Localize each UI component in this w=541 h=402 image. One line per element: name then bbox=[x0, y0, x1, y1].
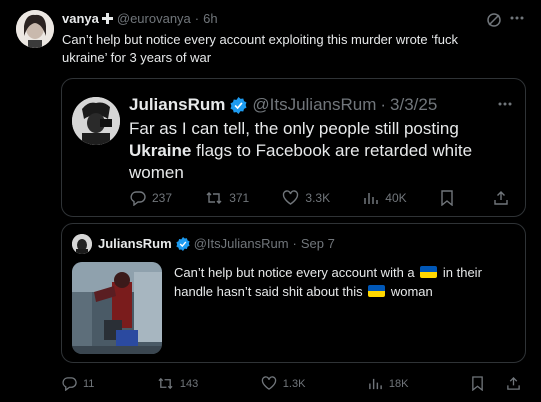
quote2-avatar-image bbox=[72, 234, 92, 254]
heart-icon bbox=[283, 190, 299, 205]
outer-actions: 11 143 1.3K 18K bbox=[62, 376, 527, 391]
quote1-separator: · bbox=[380, 95, 387, 114]
quote1-avatar-image bbox=[72, 97, 120, 145]
like-count: 1.3K bbox=[282, 377, 306, 390]
quote2-date[interactable]: Sep 7 bbox=[301, 236, 335, 251]
quote2-separator: · bbox=[292, 236, 297, 251]
quote1-repost-count: 371 bbox=[229, 191, 250, 205]
outer-separator: · bbox=[194, 11, 200, 26]
quote1-reply-button[interactable]: 237 bbox=[130, 190, 172, 206]
outer-repost-icon bbox=[158, 377, 173, 390]
outer-timestamp[interactable]: 6h bbox=[203, 11, 217, 26]
outer-bookmark-icon bbox=[472, 376, 483, 391]
quote1-more-icon[interactable] bbox=[498, 102, 512, 106]
quote2-verified-badge-icon bbox=[176, 236, 190, 251]
outer-share-icon bbox=[507, 376, 520, 390]
quote1-date[interactable]: 3/3/25 bbox=[390, 95, 437, 115]
more-options-icon[interactable] bbox=[510, 16, 524, 20]
quote2-handle[interactable]: @ItsJuliansRum bbox=[194, 236, 289, 251]
outer-author-name[interactable]: vanya bbox=[62, 11, 99, 26]
view-count: 18K bbox=[388, 377, 409, 390]
outer-reply-icon bbox=[62, 377, 77, 391]
ukraine-flag-icon bbox=[420, 266, 438, 278]
quote1-actions: 237 371 3.3K 40K bbox=[130, 190, 515, 206]
bookmark-icon bbox=[441, 190, 453, 206]
share-button[interactable] bbox=[506, 376, 527, 391]
quote1-avatar[interactable] bbox=[72, 97, 120, 145]
quote1-views-button[interactable]: 40K bbox=[363, 190, 407, 206]
reply-icon bbox=[130, 191, 146, 206]
outer-avatar[interactable] bbox=[16, 10, 54, 48]
quote1-like-count: 3.3K bbox=[305, 191, 331, 205]
cross-icon bbox=[101, 13, 113, 24]
quote2-media-image[interactable] bbox=[72, 262, 162, 354]
repost-icon bbox=[206, 192, 222, 204]
quote2-text-end: woman bbox=[387, 284, 433, 299]
quote1-header: JuliansRum @ItsJuliansRum · 3/3/25 bbox=[129, 95, 437, 115]
like-button[interactable]: 1.3K bbox=[261, 376, 306, 391]
quote1-reply-count: 237 bbox=[152, 191, 173, 205]
outer-avatar-image bbox=[16, 10, 54, 48]
outer-views-icon bbox=[369, 378, 382, 390]
views-icon bbox=[364, 193, 379, 204]
bookmark-button[interactable] bbox=[471, 376, 490, 391]
quote2-text: Can’t help but notice every account with… bbox=[174, 263, 514, 301]
quote2-text-start: Can’t help but notice every account with… bbox=[174, 265, 419, 280]
quote1-text-start: Far as I can tell, the only people still… bbox=[129, 119, 459, 138]
ukraine-flag-icon-2 bbox=[368, 285, 386, 297]
grok-icon[interactable] bbox=[486, 12, 502, 28]
verified-badge-icon bbox=[230, 96, 247, 114]
quote2-header: JuliansRum @ItsJuliansRum · Sep 7 bbox=[98, 236, 335, 251]
share-icon bbox=[494, 191, 508, 205]
quote1-text: Far as I can tell, the only people still… bbox=[129, 118, 509, 184]
quote1-repost-button[interactable]: 371 bbox=[205, 190, 249, 206]
subway-car-photo bbox=[72, 262, 162, 354]
bookmark-share-group bbox=[471, 376, 527, 391]
outer-heart-icon bbox=[261, 376, 276, 390]
outer-header: vanya @eurovanya · 6h bbox=[62, 11, 218, 26]
outer-handle[interactable]: @eurovanya bbox=[117, 11, 191, 26]
quote2-author-name[interactable]: JuliansRum bbox=[98, 236, 172, 251]
outer-tweet-text: Can’t help but notice every account expl… bbox=[62, 32, 458, 65]
repost-button[interactable]: 143 bbox=[157, 376, 198, 391]
quote1-handle[interactable]: @ItsJuliansRum bbox=[252, 95, 376, 115]
views-button[interactable]: 18K bbox=[368, 376, 409, 391]
quote1-like-button[interactable]: 3.3K bbox=[282, 190, 330, 206]
quote1-bookmark-button[interactable] bbox=[440, 190, 460, 206]
repost-count: 143 bbox=[179, 377, 199, 390]
reply-button[interactable]: 11 bbox=[62, 376, 94, 391]
quote2-avatar[interactable] bbox=[72, 234, 92, 254]
reply-count: 11 bbox=[83, 377, 95, 390]
quote1-view-count: 40K bbox=[385, 191, 407, 205]
quote1-author-name[interactable]: JuliansRum bbox=[129, 95, 225, 115]
quote1-text-bold: Ukraine bbox=[129, 141, 192, 160]
quote1-share-button[interactable] bbox=[493, 190, 515, 206]
